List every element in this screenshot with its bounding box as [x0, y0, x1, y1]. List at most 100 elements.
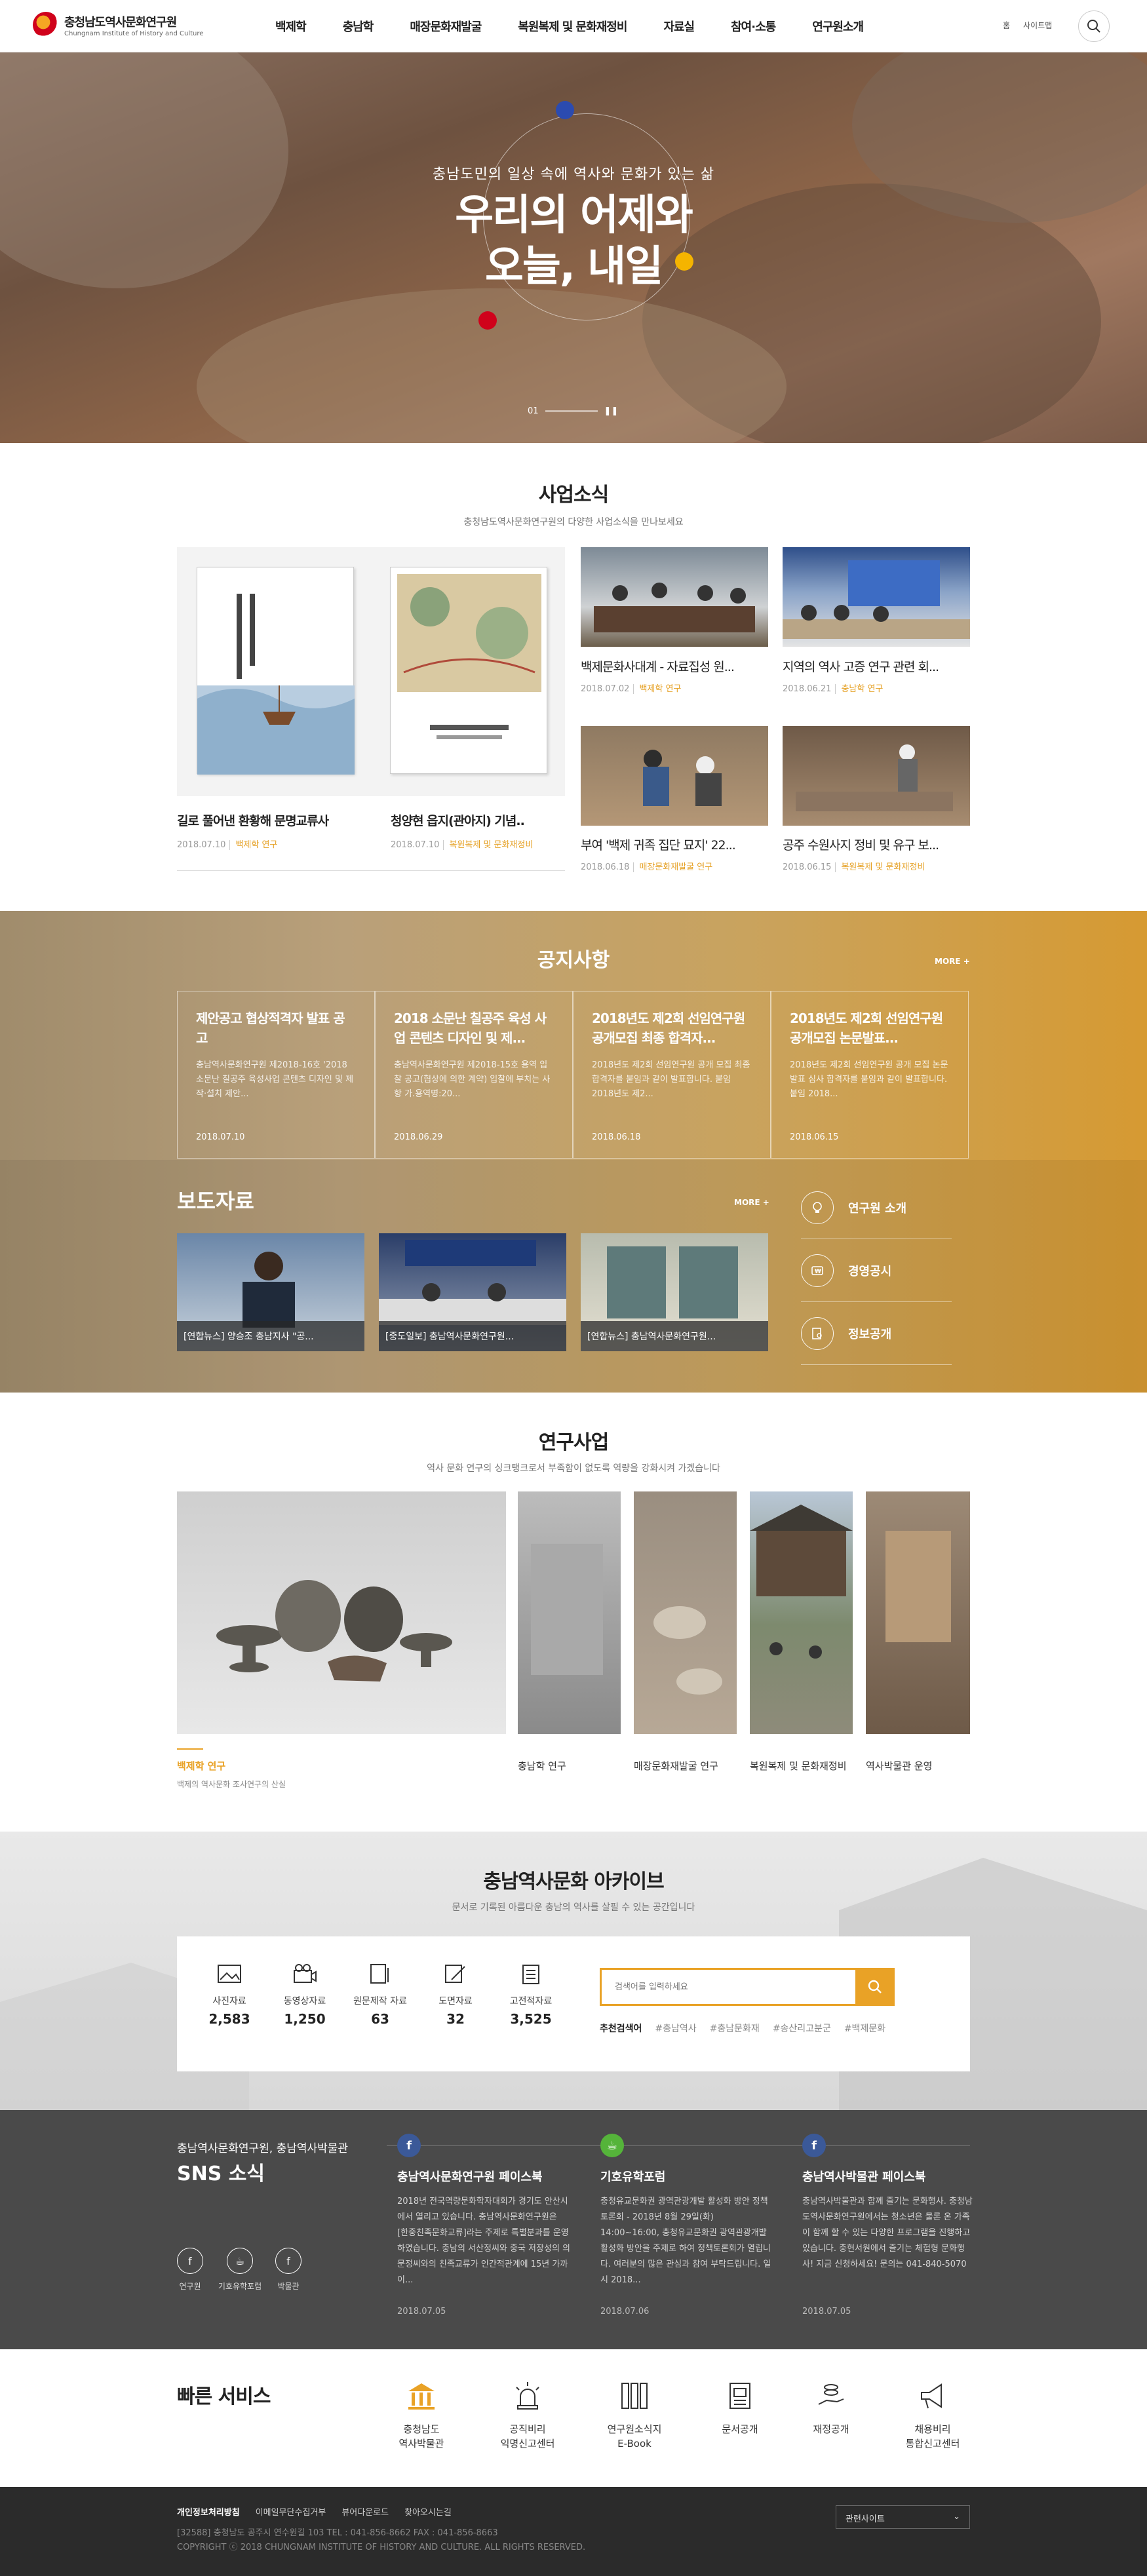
archive-stat-photo[interactable]: 사진자료 2,583: [197, 1963, 262, 2027]
news-thumbnail[interactable]: [783, 547, 970, 647]
archive-search-button[interactable]: [855, 1968, 895, 2006]
quick-link-info[interactable]: 정보공개: [801, 1302, 952, 1365]
quick-service-hiring[interactable]: 채용비리 통합신고센터: [890, 2377, 975, 2451]
sitemap-link[interactable]: 사이트맵: [1023, 20, 1052, 31]
tag-link[interactable]: #충남역사: [655, 2022, 696, 2035]
news-thumbnail[interactable]: [783, 726, 970, 826]
research-label[interactable]: 충남학 연구: [518, 1759, 566, 1773]
footer-link-directions[interactable]: 찾아오시는길: [404, 2505, 452, 2518]
quick-service-ebook[interactable]: 연구원소식지 E-Book: [592, 2377, 677, 2451]
news-caption[interactable]: 길로 풀어낸 환황해 문명교류사: [177, 811, 360, 829]
press-card[interactable]: [연합뉴스] 양승조 충남지사 "공...: [177, 1233, 364, 1351]
quick-link-about[interactable]: 연구원 소개: [801, 1176, 952, 1239]
research-label[interactable]: 매장문화재발굴 연구: [634, 1759, 718, 1773]
research-label-featured[interactable]: 백제학 연구: [177, 1759, 225, 1773]
research-tile[interactable]: [518, 1491, 621, 1734]
books-icon: [616, 2377, 653, 2414]
pause-button[interactable]: ❚❚: [604, 406, 619, 416]
facebook-icon: f: [802, 2134, 826, 2157]
news-meta: 2018.07.10 복원복제 및 문화재정비: [391, 837, 534, 850]
quick-service-report[interactable]: 공직비리 익명신고센터: [485, 2377, 570, 2451]
tag-link[interactable]: #송산리고분군: [773, 2022, 831, 2035]
nav-item-participation[interactable]: 참여·소통: [731, 18, 776, 35]
sns-heading-small: 충남역사문화연구원, 충남역사박물관: [177, 2142, 349, 2155]
tag-link[interactable]: #충남문화재: [710, 2022, 760, 2035]
book-cover[interactable]: [390, 567, 547, 774]
press-card[interactable]: [중도일보] 충남역사문화연구원...: [379, 1233, 566, 1351]
news-meta: 2018.06.21 충남학 연구: [783, 682, 884, 694]
archive-stat-value: 1,250: [284, 2011, 326, 2027]
search-button[interactable]: [1078, 10, 1110, 42]
notice-card[interactable]: 2018년도 제2회 선임연구원 공개모집 논문발표... 2018년도 제2회…: [771, 991, 969, 1159]
nav-item-chungnam[interactable]: 충남학: [343, 18, 374, 35]
news-caption[interactable]: 백제문화사대계 - 자료집성 원...: [581, 657, 768, 675]
quick-service-label: 익명신고센터: [500, 2438, 555, 2450]
video-camera-icon: [294, 1964, 317, 1983]
sns-post[interactable]: f 충남역사문화연구원 페이스북 2018년 전국역량문화학자대회가 경기도 안…: [397, 2134, 570, 2316]
archive-stat-classic[interactable]: 고전적자료 3,525: [498, 1963, 564, 2027]
site-logo[interactable]: 충청남도역사문화연구원 Chungnam Institute of Histor…: [33, 12, 203, 38]
book-icon: [370, 1964, 389, 1984]
research-label[interactable]: 복원복제 및 문화재정비: [750, 1759, 847, 1773]
research-tile-featured[interactable]: [177, 1491, 506, 1734]
related-site-select[interactable]: 관련사이트 ⌄: [836, 2505, 970, 2529]
forum-icon[interactable]: ☕: [227, 2248, 253, 2274]
quick-service-finance[interactable]: 재정공개: [788, 2377, 874, 2436]
quick-link-management[interactable]: ₩ 경영공시: [801, 1239, 952, 1302]
tag-link[interactable]: #백제문화: [844, 2022, 885, 2035]
archive-stat-video[interactable]: 동영상자료 1,250: [272, 1963, 338, 2027]
notice-more-link[interactable]: MORE +: [935, 957, 970, 966]
press-caption: [연합뉴스] 충남역사문화연구원...: [581, 1321, 768, 1351]
archive-stat-label: 고전적자료: [509, 1996, 553, 2007]
book-cover[interactable]: [197, 567, 355, 775]
archive-panel: 사진자료 2,583 동영상자료 1,250 원문제작 자료 63 도면자료 3…: [177, 1936, 970, 2071]
footer-link-email[interactable]: 이메일무단수집거부: [256, 2505, 326, 2518]
news-date: 2018.06.15: [783, 862, 832, 872]
archive-stat-value: 3,525: [510, 2011, 552, 2027]
news-date: 2018.07.10: [177, 840, 226, 850]
facebook-icon[interactable]: f: [177, 2248, 203, 2274]
document-icon: [522, 1965, 539, 1984]
footer-link-viewer[interactable]: 뷰어다운로드: [341, 2505, 389, 2518]
research-tile[interactable]: [634, 1491, 737, 1734]
notice-card-date: 2018.06.18: [592, 1132, 641, 1142]
nav-item-about[interactable]: 연구원소개: [812, 18, 864, 35]
quick-service-label: 채용비리: [914, 2423, 951, 2435]
research-tile[interactable]: [866, 1491, 970, 1734]
news-thumbnail[interactable]: [581, 726, 768, 826]
notice-card[interactable]: 2018년도 제2회 선임연구원 공개모집 최종 합격자... 2018년도 제…: [573, 991, 771, 1159]
home-link[interactable]: 홈: [1003, 20, 1010, 31]
document-search-icon: [801, 1317, 834, 1350]
accent-bar: [177, 1748, 203, 1750]
footer-link-privacy[interactable]: 개인정보처리방침: [177, 2505, 240, 2518]
archive-stat-original[interactable]: 원문제작 자료 63: [347, 1963, 413, 2027]
news-thumbnail[interactable]: [581, 547, 768, 647]
nav-item-excavation[interactable]: 매장문화재발굴: [410, 18, 482, 35]
notice-card[interactable]: 2018 소문난 칠공주 육성 사업 콘텐츠 디자인 및 제... 충남역사문화…: [375, 991, 573, 1159]
archive-stat-drawing[interactable]: 도면자료 32: [423, 1963, 488, 2027]
archive-search-input[interactable]: [602, 1970, 851, 2004]
sns-post[interactable]: f 충남역사박물관 페이스북 충남역사박물관과 함께 즐기는 문화행사. 충청남…: [802, 2134, 975, 2316]
nav-item-archive[interactable]: 자료실: [663, 18, 695, 35]
nav-item-restoration[interactable]: 복원복제 및 문화재정비: [518, 18, 627, 35]
sns-post-title: 충남역사박물관 페이스북: [802, 2170, 926, 2184]
news-caption[interactable]: 부여 '백제 귀족 집단 묘지' 22...: [581, 836, 768, 853]
sns-post[interactable]: ☕ 기호유학포럼 충청유교문화권 광역관광개발 활성화 방안 정책토론회 - 2…: [600, 2134, 773, 2316]
news-caption[interactable]: 지역의 역사 고증 연구 관련 회...: [783, 657, 970, 675]
news-caption[interactable]: 청양현 읍지(관아지) 기념..: [391, 811, 568, 829]
press-card[interactable]: [연합뉴스] 충남역사문화연구원...: [581, 1233, 768, 1351]
news-date: 2018.07.10: [391, 840, 440, 850]
research-tile[interactable]: [750, 1491, 853, 1734]
facebook-icon[interactable]: f: [275, 2248, 301, 2274]
quick-service-documents[interactable]: 문서공개: [697, 2377, 783, 2436]
lightbulb-icon: [801, 1191, 834, 1224]
nav-item-baekje[interactable]: 백제학: [275, 18, 307, 35]
news-caption[interactable]: 공주 수원사지 정비 및 유구 보...: [783, 836, 970, 853]
logo-subtitle: Chungnam Institute of History and Cultur…: [64, 29, 204, 37]
notice-card[interactable]: 제안공고 협상적격자 발표 공고 충남역사문화연구원 제2018-16호 '20…: [177, 991, 375, 1159]
archive-stat-value: 63: [371, 2011, 389, 2027]
research-label[interactable]: 역사박물관 운영: [866, 1759, 932, 1773]
press-more-link[interactable]: MORE +: [734, 1198, 769, 1207]
press-caption: [연합뉴스] 양승조 충남지사 "공...: [177, 1321, 364, 1351]
quick-service-museum[interactable]: 충청남도 역사박물관: [379, 2377, 464, 2451]
